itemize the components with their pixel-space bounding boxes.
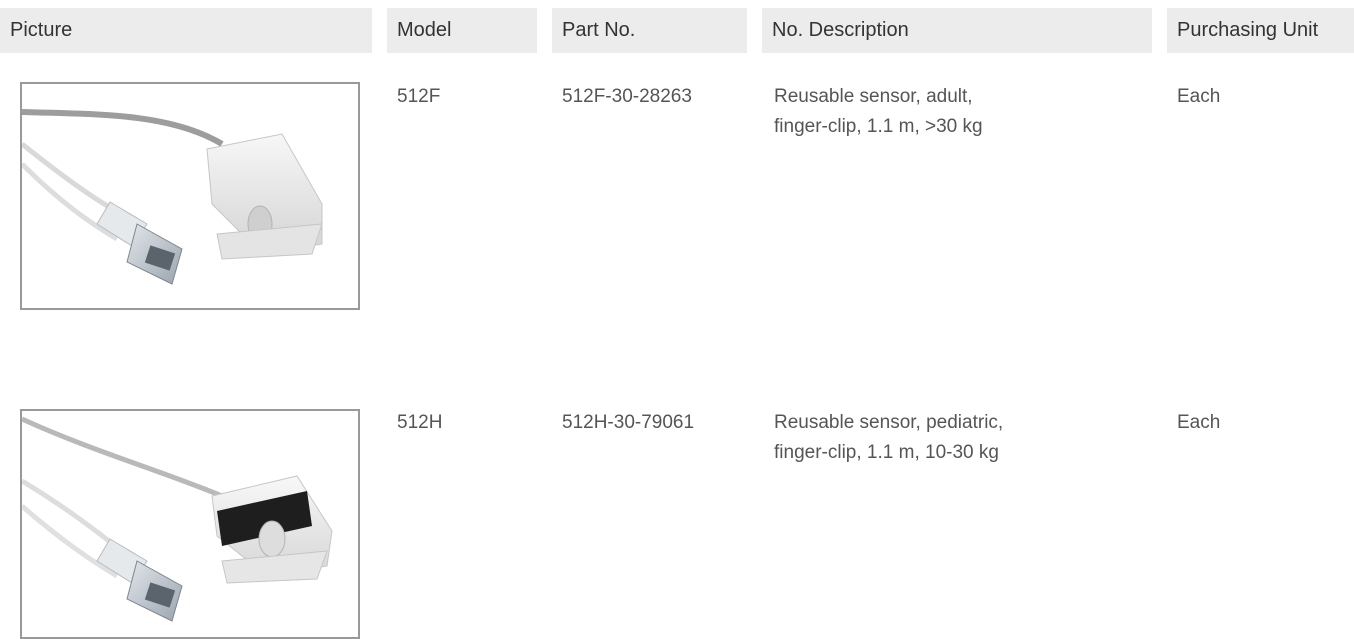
row-1-description: Reusable sensor, adult, finger-clip, 1.1… (774, 82, 983, 142)
header-part-no: Part No. (552, 8, 747, 53)
header-purchasing-unit: Purchasing Unit (1167, 8, 1354, 53)
row-1-description-line2: finger-clip, 1.1 m, >30 kg (774, 116, 983, 137)
row-1-model: 512F (397, 86, 441, 107)
row-2-description-line1: Reusable sensor, pediatric, (774, 412, 1004, 433)
row-2-unit: Each (1177, 412, 1221, 433)
header-picture-label: Picture (10, 19, 73, 41)
header-picture: Picture (0, 8, 372, 53)
row-2-description: Reusable sensor, pediatric, finger-clip,… (774, 408, 1003, 468)
finger-clip-sensor-icon (22, 416, 333, 622)
header-description: No. Description (762, 8, 1152, 53)
finger-clip-sensor-icon (22, 109, 323, 285)
row-2-model: 512H (397, 412, 443, 433)
product-image-512h (20, 409, 360, 639)
header-purchasing-unit-label: Purchasing Unit (1177, 19, 1319, 41)
header-description-label: No. Description (772, 19, 909, 41)
header-model: Model (387, 8, 537, 53)
row-1-part-no: 512F-30-28263 (562, 86, 692, 107)
row-1-unit: Each (1177, 86, 1221, 107)
header-model-label: Model (397, 19, 452, 41)
row-1-description-line1: Reusable sensor, adult, (774, 86, 973, 107)
product-image-512f (20, 82, 360, 310)
row-2-part-no: 512H-30-79061 (562, 412, 695, 433)
row-2-description-line2: finger-clip, 1.1 m, 10-30 kg (774, 442, 999, 463)
header-part-no-label: Part No. (562, 19, 636, 41)
